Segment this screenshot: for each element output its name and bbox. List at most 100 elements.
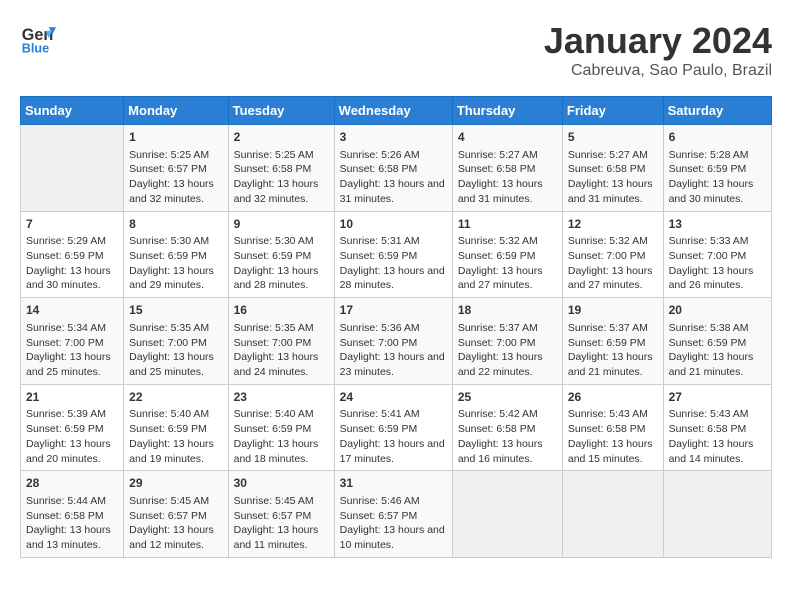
day-number: 3 <box>340 129 447 146</box>
sunset-text: Sunset: 6:57 PM <box>129 509 222 524</box>
sunset-text: Sunset: 6:59 PM <box>458 249 557 264</box>
sunset-text: Sunset: 6:58 PM <box>568 422 658 437</box>
daylight-text: Daylight: 13 hours and 13 minutes. <box>26 523 118 552</box>
sunrise-text: Sunrise: 5:43 AM <box>568 407 658 422</box>
sunset-text: Sunset: 6:59 PM <box>234 422 329 437</box>
day-number: 2 <box>234 129 329 146</box>
daylight-text: Daylight: 13 hours and 15 minutes. <box>568 437 658 466</box>
sunset-text: Sunset: 7:00 PM <box>340 336 447 351</box>
day-cell: 18Sunrise: 5:37 AMSunset: 7:00 PMDayligh… <box>452 298 562 385</box>
day-cell <box>21 125 124 212</box>
sunrise-text: Sunrise: 5:28 AM <box>669 148 766 163</box>
col-header-thursday: Thursday <box>452 97 562 125</box>
day-cell: 23Sunrise: 5:40 AMSunset: 6:59 PMDayligh… <box>228 384 334 471</box>
day-cell: 11Sunrise: 5:32 AMSunset: 6:59 PMDayligh… <box>452 211 562 298</box>
day-number: 10 <box>340 216 447 233</box>
month-title: January 2024 <box>544 20 772 62</box>
day-cell: 15 Sunrise: 5:35 AMSunset: 7:00 PMDayligh… <box>124 298 228 385</box>
day-cell <box>663 471 771 558</box>
sunrise-text: Sunrise: 5:41 AM <box>340 407 447 422</box>
sunrise-text: Sunrise: 5:38 AM <box>669 321 766 336</box>
daylight-text: Daylight: 13 hours and 22 minutes. <box>458 350 557 379</box>
day-number: 17 <box>340 302 447 319</box>
sunset-text: Sunset: 6:57 PM <box>340 509 447 524</box>
sunset-text: Sunset: 6:59 PM <box>129 422 222 437</box>
sunrise-text: Sunrise: 5:43 AM <box>669 407 766 422</box>
daylight-text: Daylight: 13 hours and 16 minutes. <box>458 437 557 466</box>
day-number: 25 <box>458 389 557 406</box>
sunrise-text: Sunrise: 5:34 AM <box>26 321 118 336</box>
daylight-text: Daylight: 13 hours and 28 minutes. <box>234 264 329 293</box>
sunset-text: Sunset: 6:59 PM <box>26 249 118 264</box>
sunset-text: Sunset: 6:57 PM <box>129 162 222 177</box>
sunrise-text: Sunrise: 5:35 AM <box>234 321 329 336</box>
day-number: 16 <box>234 302 329 319</box>
sunset-text: Sunset: 7:00 PM <box>458 336 557 351</box>
day-cell <box>562 471 663 558</box>
sunrise-text: Sunrise: 5:31 AM <box>340 234 447 249</box>
col-header-friday: Friday <box>562 97 663 125</box>
day-cell: 5Sunrise: 5:27 AMSunset: 6:58 PMDaylight… <box>562 125 663 212</box>
daylight-text: Daylight: 13 hours and 32 minutes. <box>234 177 329 206</box>
daylight-text: Daylight: 13 hours and 26 minutes. <box>669 264 766 293</box>
day-cell: 27Sunrise: 5:43 AMSunset: 6:58 PMDayligh… <box>663 384 771 471</box>
sunset-text: Sunset: 6:58 PM <box>234 162 329 177</box>
daylight-text: Daylight: 13 hours and 30 minutes. <box>26 264 118 293</box>
day-cell: 14Sunrise: 5:34 AMSunset: 7:00 PMDayligh… <box>21 298 124 385</box>
day-cell: 2 Sunrise: 5:25 AMSunset: 6:58 PMDaylight… <box>228 125 334 212</box>
sunrise-text: Sunrise: 5:35 AM <box>129 321 222 336</box>
day-cell: 13Sunrise: 5:33 AMSunset: 7:00 PMDayligh… <box>663 211 771 298</box>
day-cell: 28Sunrise: 5:44 AMSunset: 6:58 PMDayligh… <box>21 471 124 558</box>
sunrise-text: Sunrise: 5:25 AM <box>129 148 222 163</box>
day-number: 13 <box>669 216 766 233</box>
sunrise-text: Sunrise: 5:39 AM <box>26 407 118 422</box>
sunset-text: Sunset: 6:59 PM <box>129 249 222 264</box>
col-header-wednesday: Wednesday <box>334 97 452 125</box>
daylight-text: Daylight: 13 hours and 32 minutes. <box>129 177 222 206</box>
day-cell: 8Sunrise: 5:30 AMSunset: 6:59 PMDaylight… <box>124 211 228 298</box>
day-cell: 7Sunrise: 5:29 AMSunset: 6:59 PMDaylight… <box>21 211 124 298</box>
day-number: 30 <box>234 475 329 492</box>
sunrise-text: Sunrise: 5:46 AM <box>340 494 447 509</box>
svg-text:Blue: Blue <box>22 41 49 55</box>
sunset-text: Sunset: 7:00 PM <box>129 336 222 351</box>
sunset-text: Sunset: 6:59 PM <box>568 336 658 351</box>
sunrise-text: Sunrise: 5:25 AM <box>234 148 329 163</box>
sunset-text: Sunset: 6:59 PM <box>340 422 447 437</box>
daylight-text: Daylight: 13 hours and 31 minutes. <box>458 177 557 206</box>
daylight-text: Daylight: 13 hours and 19 minutes. <box>129 437 222 466</box>
day-number: 29 <box>129 475 222 492</box>
day-number: 8 <box>129 216 222 233</box>
day-number: 26 <box>568 389 658 406</box>
day-number: 31 <box>340 475 447 492</box>
daylight-text: Daylight: 13 hours and 11 minutes. <box>234 523 329 552</box>
daylight-text: Daylight: 13 hours and 25 minutes. <box>129 350 222 379</box>
day-number: 4 <box>458 129 557 146</box>
daylight-text: Daylight: 13 hours and 21 minutes. <box>669 350 766 379</box>
sunset-text: Sunset: 6:57 PM <box>234 509 329 524</box>
day-cell: 24Sunrise: 5:41 AMSunset: 6:59 PMDayligh… <box>334 384 452 471</box>
sunrise-text: Sunrise: 5:40 AM <box>129 407 222 422</box>
col-header-tuesday: Tuesday <box>228 97 334 125</box>
day-cell: 12Sunrise: 5:32 AMSunset: 7:00 PMDayligh… <box>562 211 663 298</box>
sunrise-text: Sunrise: 5:32 AM <box>568 234 658 249</box>
sunrise-text: Sunrise: 5:26 AM <box>340 148 447 163</box>
sunrise-text: Sunrise: 5:45 AM <box>129 494 222 509</box>
day-number: 21 <box>26 389 118 406</box>
day-number: 14 <box>26 302 118 319</box>
sunset-text: Sunset: 6:58 PM <box>669 422 766 437</box>
sunrise-text: Sunrise: 5:32 AM <box>458 234 557 249</box>
day-number: 1 <box>129 129 222 146</box>
daylight-text: Daylight: 13 hours and 12 minutes. <box>129 523 222 552</box>
day-cell: 26Sunrise: 5:43 AMSunset: 6:58 PMDayligh… <box>562 384 663 471</box>
daylight-text: Daylight: 13 hours and 24 minutes. <box>234 350 329 379</box>
daylight-text: Daylight: 13 hours and 18 minutes. <box>234 437 329 466</box>
daylight-text: Daylight: 13 hours and 27 minutes. <box>458 264 557 293</box>
day-number: 28 <box>26 475 118 492</box>
day-number: 15 <box>129 302 222 319</box>
day-cell: 29 Sunrise: 5:45 AMSunset: 6:57 PMDayligh… <box>124 471 228 558</box>
day-number: 11 <box>458 216 557 233</box>
day-number: 19 <box>568 302 658 319</box>
week-row-4: 21Sunrise: 5:39 AMSunset: 6:59 PMDayligh… <box>21 384 772 471</box>
sunrise-text: Sunrise: 5:36 AM <box>340 321 447 336</box>
